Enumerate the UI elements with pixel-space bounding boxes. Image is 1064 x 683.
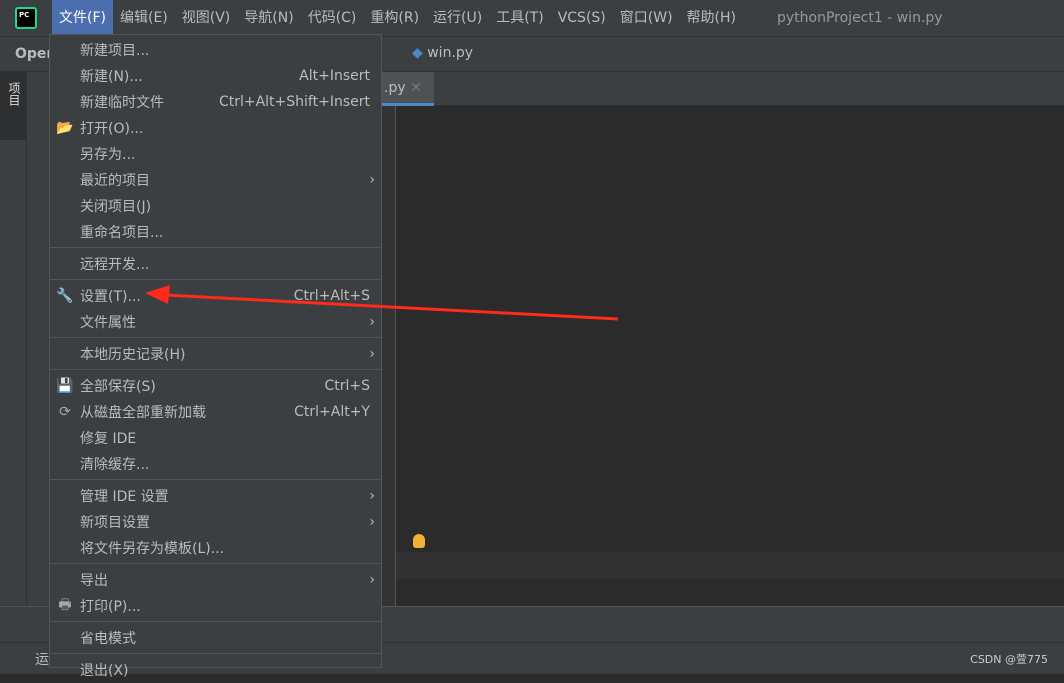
save-icon: 💾 [56,378,74,394]
file-menu-item[interactable]: 省电模式 [50,625,381,651]
file-menu-item[interactable]: 清除缓存... [50,451,381,477]
menu-8[interactable]: VCS(S) [551,0,613,36]
menu-item-label: 重命名项目... [80,225,164,241]
menu-item-label: 新建(N)... [80,69,143,85]
lightbulb-icon[interactable] [413,534,425,548]
pycharm-logo-icon: PC [15,7,37,29]
project-tool-tab[interactable]: 项目 [0,72,29,140]
menu-item-label: 新建临时文件 [80,95,164,111]
run-tool-tab[interactable]: 运 [35,649,49,669]
print-icon: 🖶 [58,597,72,613]
menu-10[interactable]: 帮助(H) [680,0,743,36]
menu-1[interactable]: 编辑(E) [113,0,175,36]
reload-icon: ⟳ [59,404,71,420]
menu-item-shortcut: Ctrl+S [324,378,370,394]
wrench-icon: 🔧 [56,288,74,304]
breadcrumb-file-label: win.py [427,45,474,61]
file-menu-item[interactable]: 🔧 设置(T)... Ctrl+Alt+S [50,283,381,309]
menu-item-label: 导出 [80,573,108,589]
file-menu-item[interactable]: 最近的项目 › [50,167,381,193]
file-menu-item[interactable]: 重命名项目... [50,219,381,245]
file-menu-item[interactable]: ⟳ 从磁盘全部重新加载 Ctrl+Alt+Y [50,399,381,425]
chevron-right-icon: › [369,514,375,530]
breadcrumb-file[interactable]: ◆ win.py [412,45,473,61]
file-menu-item[interactable]: 💾 全部保存(S) Ctrl+S [50,373,381,399]
watermark: CSDN @萱775 [970,653,1048,666]
editor-tab-win-py[interactable]: .py ✕ [382,72,434,106]
menu-item-label: 关闭项目(J) [80,199,152,215]
file-menu-item[interactable]: 关闭项目(J) [50,193,381,219]
menu-item-label: 新项目设置 [80,515,150,531]
chevron-right-icon: › [369,572,375,588]
current-line-highlight [396,552,1064,579]
folder-open-icon: 📂 [56,120,74,136]
menu-0[interactable]: 文件(F) [52,0,113,36]
chevron-right-icon: › [369,172,375,188]
file-menu-item[interactable]: 新建(N)... Alt+Insert [50,63,381,89]
left-tool-strip: 项目 [0,72,29,642]
file-menu-item[interactable]: 文件属性 › [50,309,381,335]
file-menu-item[interactable]: 将文件另存为模板(L)... [50,535,381,561]
file-menu-item[interactable]: 📂 打开(O)... [50,115,381,141]
file-menu-item[interactable]: 修复 IDE [50,425,381,451]
editor-tab-label: .py [384,80,406,96]
close-icon[interactable]: ✕ [410,80,422,96]
menu-item-label: 文件属性 [80,315,136,331]
menu-2[interactable]: 视图(V) [175,0,238,36]
file-menu-item[interactable]: 🖶 打印(P)... [50,593,381,619]
menu-item-label: 省电模式 [80,631,136,647]
menu-item-label: 管理 IDE 设置 [80,489,169,505]
window-title: pythonProject1 - win.py [777,10,943,26]
menu-bar: PC 文件(F) 编辑(E) 视图(V) 导航(N) 代码(C) 重构(R) 运行(U) 工具… [0,0,1064,36]
menu-item-label: 另存为... [80,147,136,163]
menu-item-label: 清除缓存... [80,457,150,473]
file-menu-item[interactable]: 退出(X) [50,657,381,683]
file-menu-item[interactable]: 新建临时文件 Ctrl+Alt+Shift+Insert [50,89,381,115]
menu-item-label: 新建项目... [80,43,150,59]
project-tab-label: 项目 [7,82,21,106]
chevron-right-icon: › [369,314,375,330]
menu-item-label: 从磁盘全部重新加载 [80,405,206,421]
menu-item-shortcut: Alt+Insert [299,68,370,84]
python-file-icon: ◆ [412,45,423,61]
file-menu-item[interactable]: 新建项目... [50,37,381,63]
menu-6[interactable]: 运行(U) [426,0,489,36]
menu-item-label: 退出(X) [80,663,129,679]
menu-item-shortcut: Ctrl+Alt+Shift+Insert [218,94,370,110]
menu-5[interactable]: 重构(R) [363,0,426,36]
file-menu-item[interactable]: 管理 IDE 设置 › [50,483,381,509]
menu-item-shortcut: Ctrl+Alt+Y [294,404,370,420]
menu-item-label: 打开(O)... [80,121,144,137]
project-panel [27,72,49,642]
menu-item-label: 将文件另存为模板(L)... [80,541,225,557]
menu-item-label: 设置(T)... [80,289,141,305]
menu-item-label: 远程开发... [80,257,150,273]
menu-item-shortcut: Ctrl+Alt+S [293,288,370,304]
menu-item-label: 最近的项目 [80,173,150,189]
menu-item-label: 全部保存(S) [80,379,156,395]
menu-9[interactable]: 窗口(W) [613,0,680,36]
file-menu-item[interactable]: 本地历史记录(H) › [50,341,381,367]
file-menu-item[interactable]: 新项目设置 › [50,509,381,535]
file-menu-dropdown: 新建项目... 新建(N)... Alt+Insert 新建临时文件 Ctrl+Alt+… [49,34,382,679]
menu-3[interactable]: 导航(N) [237,0,300,36]
menu-7[interactable]: 工具(T) [489,0,550,36]
editor-gutter [382,106,396,606]
chevron-right-icon: › [369,488,375,504]
menu-item-label: 打印(P)... [80,599,141,615]
menu-item-label: 修复 IDE [80,431,137,447]
file-menu-item[interactable]: 另存为... [50,141,381,167]
menu-4[interactable]: 代码(C) [301,0,364,36]
editor-tab-bar: .py ✕ [382,72,1064,106]
file-menu-item[interactable]: 导出 › [50,567,381,593]
menu-item-label: 本地历史记录(H) [80,347,186,363]
file-menu-item[interactable]: 远程开发... [50,251,381,277]
breadcrumb-project[interactable]: Oper [15,46,53,62]
chevron-right-icon: › [369,346,375,362]
